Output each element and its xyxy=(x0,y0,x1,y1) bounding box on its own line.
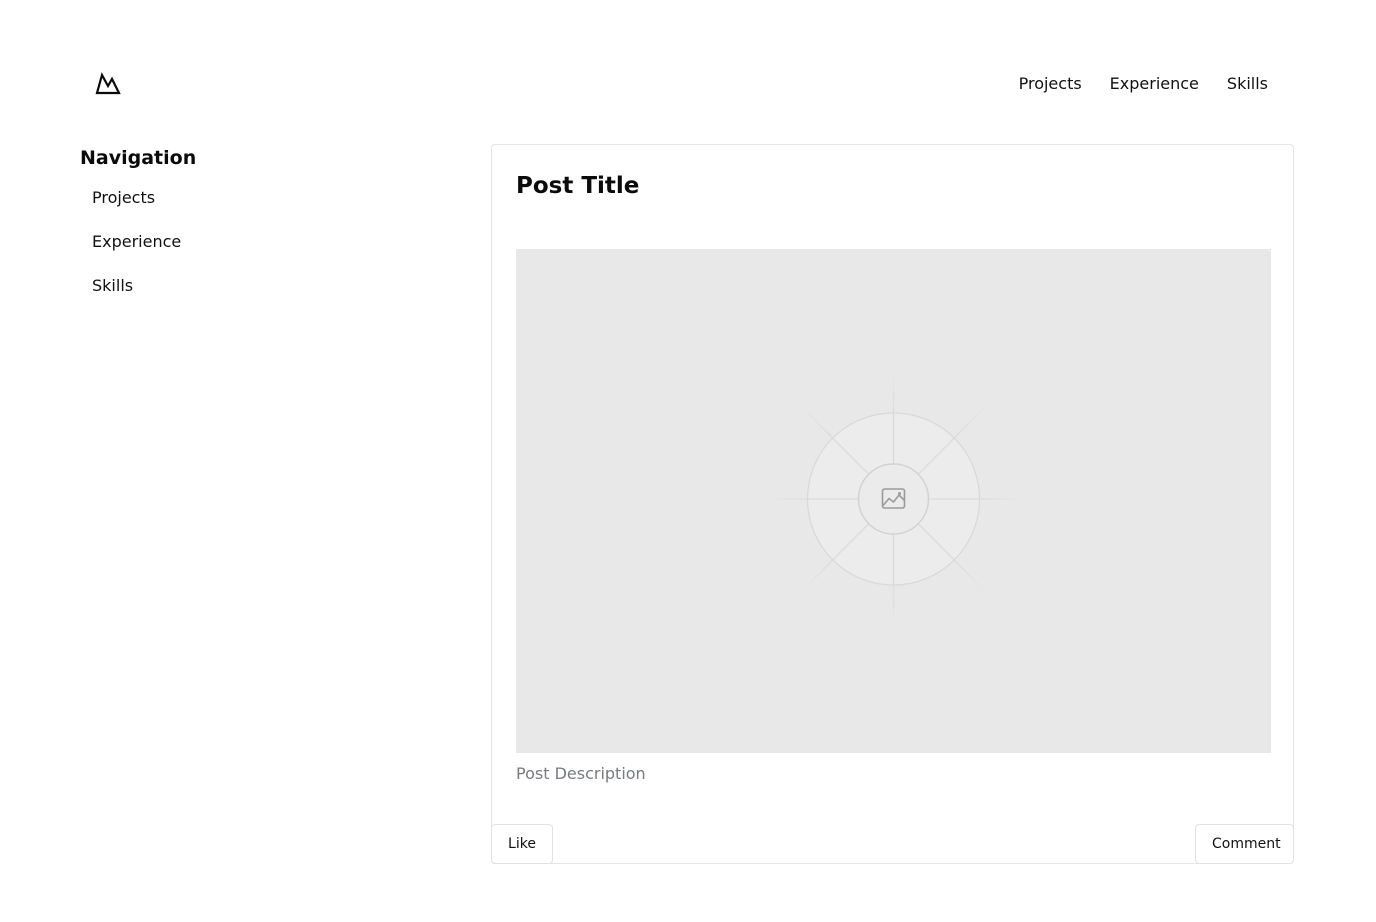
post-image-placeholder xyxy=(516,249,1271,753)
top-nav-projects[interactable]: Projects xyxy=(1019,72,1082,96)
top-nav-skills[interactable]: Skills xyxy=(1227,72,1268,96)
top-nav: Projects Experience Skills xyxy=(1019,72,1268,96)
like-button[interactable]: Like xyxy=(491,824,553,864)
comment-button[interactable]: Comment xyxy=(1195,824,1294,864)
top-nav-experience[interactable]: Experience xyxy=(1110,72,1199,96)
sidebar: Navigation Projects Experience Skills xyxy=(80,144,380,318)
sidebar-item-experience: Experience xyxy=(80,230,380,274)
sidebar-list: Projects Experience Skills xyxy=(80,186,380,318)
site-header: Projects Experience Skills xyxy=(0,0,1376,120)
image-placeholder-graphic xyxy=(773,379,1014,619)
sidebar-item-skills: Skills xyxy=(80,274,380,318)
post-title: Post Title xyxy=(516,173,640,199)
post-card: Post Title Post Description Like Comment xyxy=(491,144,1294,864)
mountain-logo-icon[interactable] xyxy=(94,71,122,97)
sidebar-link-projects[interactable]: Projects xyxy=(80,186,155,210)
sidebar-title: Navigation xyxy=(80,147,197,169)
sidebar-item-projects: Projects xyxy=(80,186,380,230)
post-description: Post Description xyxy=(516,764,646,783)
sidebar-link-experience[interactable]: Experience xyxy=(80,230,181,254)
sidebar-link-skills[interactable]: Skills xyxy=(80,274,133,298)
